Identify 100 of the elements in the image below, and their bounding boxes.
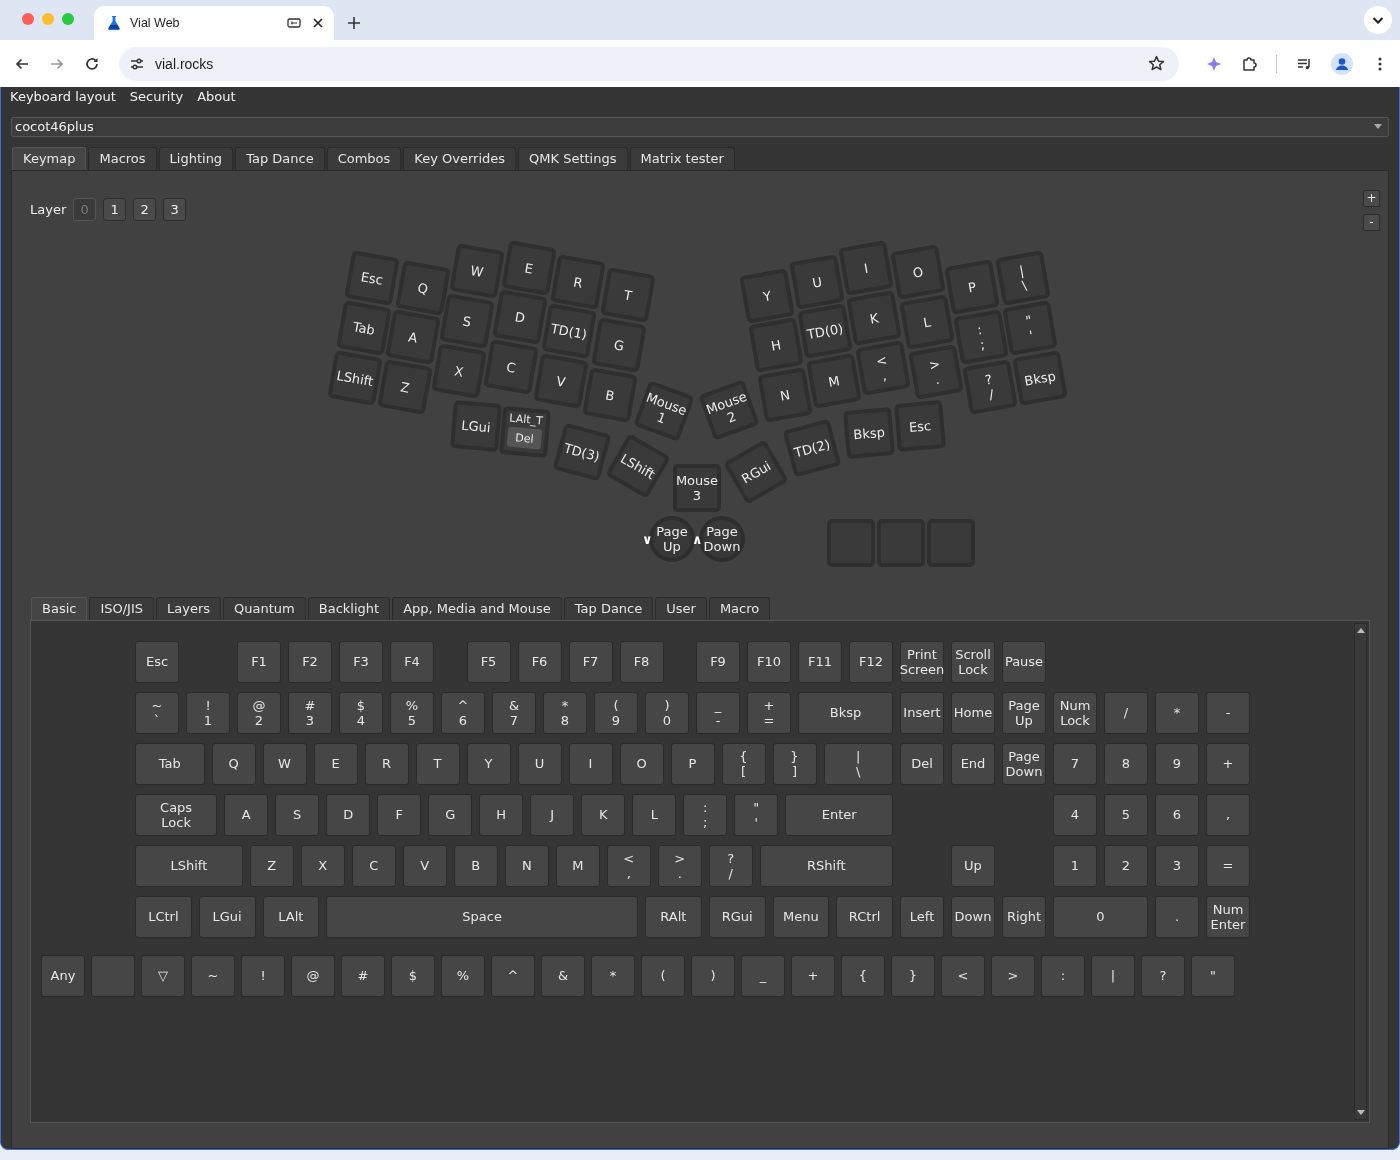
keycap[interactable]: Tab	[336, 300, 392, 356]
tab[interactable]: Lighting	[158, 146, 234, 170]
keycode-key[interactable]: _	[741, 954, 785, 997]
keycode-key[interactable]: _ -	[696, 691, 740, 734]
keycap[interactable]: C	[483, 339, 539, 395]
keycode-key[interactable]: * 8	[543, 691, 587, 734]
keycode-key[interactable]: F6	[517, 640, 562, 683]
keycode-key[interactable]: Esc	[135, 640, 179, 683]
keycode-key[interactable]: 8	[1104, 742, 1148, 785]
keycode-key[interactable]: +	[1206, 742, 1250, 785]
keycode-key[interactable]: } ]	[772, 742, 817, 785]
keycode-key[interactable]: W	[262, 742, 307, 785]
keycode-key[interactable]: ( 9	[594, 691, 638, 734]
keycap[interactable]: TD(2)	[782, 418, 842, 478]
keycode-key[interactable]: J	[530, 793, 575, 836]
keycode-key[interactable]: T	[415, 742, 460, 785]
keycap[interactable]: D	[492, 289, 548, 345]
keycode-key[interactable]: RShift	[759, 844, 893, 887]
keycap[interactable]: TD(1)	[541, 303, 597, 359]
keycode-key[interactable]: 2	[1104, 844, 1148, 887]
keycode-key[interactable]: | \	[823, 742, 893, 785]
keycode-key[interactable]: ^	[491, 954, 535, 997]
keycode-key[interactable]: RCtrl	[836, 895, 893, 938]
keycode-key[interactable]: O	[619, 742, 664, 785]
keycode-key[interactable]: RAlt	[645, 895, 702, 938]
keycode-key[interactable]: F4	[390, 640, 434, 683]
keycode-key[interactable]: ,	[1206, 793, 1250, 836]
keycap[interactable]: H	[748, 317, 804, 373]
tab[interactable]: Tap Dance	[563, 596, 654, 620]
keycode-key[interactable]: F7	[568, 640, 613, 683]
tab[interactable]: User	[655, 596, 707, 620]
keycode-key[interactable]: 5	[1104, 793, 1148, 836]
close-window-dot[interactable]	[22, 13, 34, 25]
zoom-out-button[interactable]: -	[1363, 213, 1380, 231]
keycode-key[interactable]: L	[632, 793, 677, 836]
keycap[interactable]: Esc	[894, 400, 946, 452]
keycode-key[interactable]: > .	[657, 844, 702, 887]
keycode-key[interactable]: LAlt	[262, 895, 320, 938]
keycode-key[interactable]: {	[841, 954, 885, 997]
keycap[interactable]: P	[944, 259, 1000, 315]
keycap[interactable]: " '	[1002, 300, 1058, 356]
keycode-key[interactable]: (	[641, 954, 685, 997]
keycode-key[interactable]: : ;	[683, 793, 728, 836]
keycode-key[interactable]: V	[402, 844, 447, 887]
tab[interactable]: App, Media and Mouse	[392, 596, 562, 620]
keycode-key[interactable]: S	[275, 793, 320, 836]
keycode-key[interactable]: Print Screen	[900, 640, 944, 683]
keycap[interactable]: T	[600, 267, 656, 323]
keycode-key[interactable]: Space	[326, 895, 638, 938]
tab[interactable]: Layers	[156, 596, 222, 620]
keycode-key[interactable]: # 3	[288, 691, 332, 734]
tab[interactable]: Tap Dance	[235, 146, 325, 170]
keycode-key[interactable]: " '	[734, 793, 779, 836]
keycode-key[interactable]: F12	[849, 640, 893, 683]
zoom-in-button[interactable]: +	[1363, 189, 1380, 207]
keycode-key[interactable]: $ 4	[339, 691, 383, 734]
keycode-key[interactable]: F1	[237, 640, 281, 683]
keycode-key[interactable]: X	[300, 844, 345, 887]
keycode-key[interactable]: LCtrl	[135, 895, 192, 938]
zoom-window-dot[interactable]	[62, 13, 74, 25]
keycap[interactable]: M	[806, 353, 862, 409]
tab[interactable]: QMK Settings	[518, 146, 628, 170]
keycode-key[interactable]: ~	[191, 954, 235, 997]
keycode-key[interactable]: F11	[798, 640, 842, 683]
keycode-key[interactable]: *	[591, 954, 635, 997]
keycap[interactable]: I	[838, 240, 894, 296]
keycode-key[interactable]: I	[568, 742, 613, 785]
tab[interactable]: Combos	[326, 146, 402, 170]
tab[interactable]: Basic	[31, 596, 88, 620]
address-bar[interactable]: vial.rocks	[119, 46, 1179, 81]
keycap[interactable]: Z	[377, 359, 433, 415]
keycap[interactable]: Bksp	[1012, 350, 1068, 406]
keycap[interactable]: A	[385, 309, 441, 365]
tab[interactable]: Matrix tester	[629, 146, 735, 170]
keycode-key[interactable]: |	[1091, 954, 1135, 997]
scroll-down-icon[interactable]	[1356, 1109, 1365, 1115]
keycode-key[interactable]: Page Up	[1002, 691, 1046, 734]
tab[interactable]: Quantum	[223, 596, 306, 620]
keycode-key[interactable]: Right	[1002, 895, 1046, 938]
keycode-key[interactable]: Any	[41, 954, 85, 997]
plus-icon[interactable]	[346, 15, 362, 31]
keycode-key[interactable]: Num Enter	[1206, 895, 1250, 938]
keyboard-select[interactable]: cocot46plus	[11, 116, 1389, 137]
keycode-key[interactable]: F	[377, 793, 422, 836]
keycode-key[interactable]: /	[1104, 691, 1148, 734]
keycode-key[interactable]: ?	[1141, 954, 1185, 997]
keycode-key[interactable]: F8	[619, 640, 664, 683]
keycode-key[interactable]: D	[326, 793, 371, 836]
tab[interactable]: ISO/JIS	[89, 596, 155, 620]
keycode-key[interactable]: Y	[466, 742, 511, 785]
keycap[interactable]: N	[757, 367, 813, 423]
keycode-key[interactable]: +	[791, 954, 835, 997]
keycode-key[interactable]: $	[391, 954, 435, 997]
keycode-key[interactable]: Del	[900, 742, 944, 785]
keycode-key[interactable]: :	[1041, 954, 1085, 997]
keycap[interactable]: : ;	[953, 309, 1009, 365]
keycode-key[interactable]: P	[670, 742, 715, 785]
keycode-key[interactable]: ~ `	[135, 691, 179, 734]
keycap[interactable]: Esc	[344, 250, 400, 306]
keycode-key[interactable]: Bksp	[798, 691, 893, 734]
